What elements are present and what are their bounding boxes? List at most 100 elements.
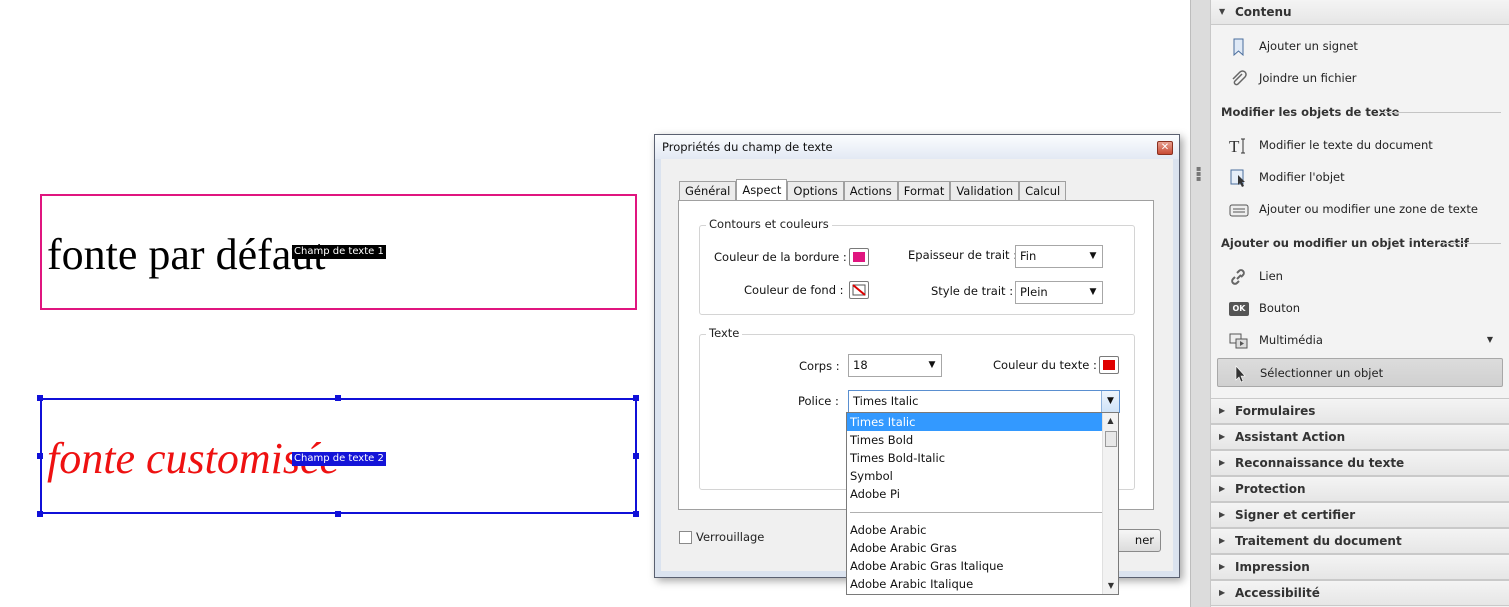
scroll-down-icon[interactable]: ▼ [1103, 578, 1118, 594]
resize-handle-bl[interactable] [37, 511, 43, 517]
tab-aspect[interactable]: Aspect [736, 179, 788, 201]
multimedia-item[interactable]: Multimédia ▼ [1217, 326, 1503, 355]
edit-object-icon [1230, 169, 1245, 187]
triangle-right-icon: ▶ [1219, 406, 1226, 415]
font-dropdown-list[interactable]: Times Italic Times Bold Times Bold-Itali… [846, 412, 1119, 595]
triangle-right-icon: ▶ [1219, 484, 1226, 493]
triangle-right-icon: ▶ [1219, 458, 1226, 467]
link-item[interactable]: Lien [1217, 262, 1503, 291]
triangle-right-icon: ▶ [1219, 432, 1226, 441]
triangle-right-icon: ▶ [1219, 562, 1226, 571]
text-field-2[interactable]: fonte customisée Champ de texte 2 [40, 398, 637, 514]
font-option[interactable]: Adobe Arabic Gras [847, 539, 1102, 557]
dialog-titlebar[interactable]: Propriétés du champ de texte ✕ [655, 135, 1179, 159]
section-reconnaissance[interactable]: ▶ Reconnaissance du texte [1211, 450, 1509, 476]
close-icon[interactable]: ✕ [1157, 141, 1173, 155]
contours-group: Contours et couleurs Couleur de la bordu… [699, 217, 1135, 315]
section-signer[interactable]: ▶ Signer et certifier [1211, 502, 1509, 528]
text-field-1[interactable]: fonte par défaut Champ de texte 1 [40, 194, 637, 310]
resize-handle-tm[interactable] [335, 395, 341, 401]
tab-calcul[interactable]: Calcul [1019, 181, 1067, 201]
edit-doc-text-item[interactable]: T Modifier le texte du document [1217, 131, 1503, 160]
font-option[interactable]: Adobe Arabic Italique [847, 575, 1102, 593]
resize-handle-tr[interactable] [633, 395, 639, 401]
section-assistant-action[interactable]: ▶ Assistant Action [1211, 424, 1509, 450]
multimedia-label: Multimédia [1259, 333, 1323, 347]
stroke-width-select[interactable]: Fin ▼ [1015, 245, 1103, 268]
font-option[interactable]: Times Italic [847, 413, 1102, 431]
grip-icon: ▪ ▪ ▪ [1196, 164, 1202, 183]
stroke-width-label: Epaisseur de trait : [908, 248, 1018, 262]
text-color-fill [1103, 360, 1115, 370]
text-cursor-icon: T [1229, 137, 1245, 155]
section-label: Impression [1235, 560, 1310, 574]
font-option[interactable]: Adobe Arabic [847, 521, 1102, 539]
resize-handle-tl[interactable] [37, 395, 43, 401]
tab-strip: Général Aspect Options Actions Format Va… [679, 179, 1067, 201]
font-select[interactable]: Times Italic ▼ [848, 390, 1120, 413]
lock-label: Verrouillage [696, 530, 765, 544]
list-separator [847, 503, 1118, 521]
tab-validation[interactable]: Validation [950, 181, 1020, 201]
divider [1443, 243, 1501, 244]
paperclip-icon [1232, 70, 1247, 86]
panel-splitter[interactable]: ▪ ▪ ▪ [1190, 0, 1211, 607]
section-contenu[interactable]: ▼ Contenu [1211, 0, 1509, 25]
section-impression[interactable]: ▶ Impression [1211, 554, 1509, 580]
resize-handle-br[interactable] [633, 511, 639, 517]
resize-handle-ml[interactable] [37, 453, 43, 459]
resize-handle-bm[interactable] [335, 511, 341, 517]
list-scrollbar[interactable]: ▲ ▼ [1102, 413, 1118, 594]
stroke-style-select[interactable]: Plein ▼ [1015, 281, 1103, 304]
text-color-swatch[interactable] [1099, 356, 1119, 374]
scroll-thumb[interactable] [1105, 431, 1117, 447]
size-select[interactable]: 18 ▼ [848, 354, 942, 377]
font-option[interactable]: Adobe Arabic Gras Italique [847, 557, 1102, 575]
font-option[interactable]: Adobe Pi [847, 485, 1102, 503]
tab-actions[interactable]: Actions [843, 181, 898, 201]
section-accessibilite[interactable]: ▶ Accessibilité [1211, 580, 1509, 606]
triangle-down-icon: ▼ [1219, 7, 1226, 16]
triangle-right-icon: ▶ [1219, 510, 1226, 519]
tab-options[interactable]: Options [787, 181, 844, 201]
resize-handle-mr[interactable] [633, 453, 639, 459]
edit-object-item[interactable]: Modifier l'objet [1217, 163, 1503, 192]
section-traitement[interactable]: ▶ Traitement du document [1211, 528, 1509, 554]
section-protection[interactable]: ▶ Protection [1211, 476, 1509, 502]
add-bookmark-label: Ajouter un signet [1259, 39, 1358, 53]
section-text-objects: Modifier les objets de texte [1221, 105, 1400, 119]
font-option[interactable]: Times Bold-Italic [847, 449, 1102, 467]
text-box-icon [1229, 204, 1249, 217]
chevron-down-icon: ▼ [1089, 287, 1097, 297]
add-text-box-item[interactable]: Ajouter ou modifier une zone de texte [1217, 195, 1503, 224]
ok-button-icon: OK [1229, 302, 1249, 316]
add-bookmark-item[interactable]: Ajouter un signet [1217, 32, 1503, 61]
border-color-swatch[interactable] [849, 248, 869, 266]
lock-checkbox[interactable]: Verrouillage [679, 530, 764, 544]
ok-badge: OK [1232, 304, 1246, 313]
scroll-up-icon[interactable]: ▲ [1103, 413, 1118, 429]
font-option[interactable]: Symbol [847, 467, 1102, 485]
select-object-item[interactable]: Sélectionner un objet [1217, 358, 1503, 387]
font-option[interactable]: Times Bold [847, 431, 1102, 449]
font-label: Police : [798, 394, 839, 408]
contours-legend: Contours et couleurs [706, 217, 832, 231]
fill-color-swatch[interactable] [849, 281, 869, 299]
tab-general[interactable]: Général [679, 181, 737, 201]
section-label: Assistant Action [1235, 430, 1346, 444]
bookmark-icon [1233, 38, 1244, 56]
button-item[interactable]: OK Bouton [1217, 294, 1503, 323]
triangle-right-icon: ▶ [1219, 588, 1226, 597]
field-2-tag: Champ de texte 2 [292, 452, 386, 466]
cursor-arrow-icon [1235, 365, 1246, 383]
attach-file-item[interactable]: Joindre un fichier [1217, 64, 1503, 93]
section-label: Traitement du document [1235, 534, 1402, 548]
field-1-tag: Champ de texte 1 [292, 245, 386, 259]
border-color-label: Couleur de la bordure : [714, 250, 847, 264]
section-formulaires[interactable]: ▶ Formulaires [1211, 398, 1509, 424]
border-color-fill [853, 252, 865, 262]
chevron-down-icon: ▼ [1101, 391, 1119, 412]
chevron-down-icon[interactable]: ▼ [1487, 335, 1493, 344]
edit-object-label: Modifier l'objet [1259, 170, 1345, 184]
tab-format[interactable]: Format [897, 181, 951, 201]
